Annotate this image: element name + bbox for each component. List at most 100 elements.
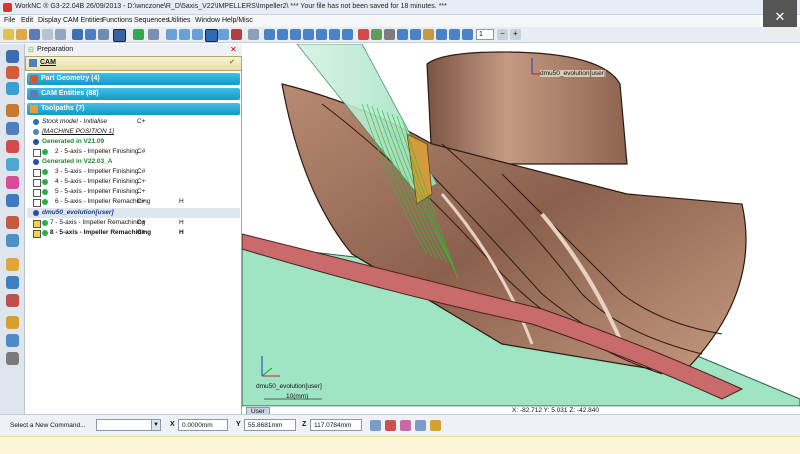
expand-icon[interactable]: ⊟ xyxy=(28,46,34,54)
zoom-out-icon[interactable] xyxy=(329,29,340,40)
visibility-checkbox[interactable] xyxy=(33,220,41,228)
visibility-checkbox[interactable] xyxy=(33,189,41,197)
workzone-icon[interactable] xyxy=(6,258,19,271)
view-front-icon[interactable] xyxy=(192,29,203,40)
menu-cam-entities[interactable]: CAM Entities xyxy=(63,17,103,24)
postprocessor-icon[interactable] xyxy=(6,216,19,229)
layout-icon[interactable] xyxy=(113,29,126,42)
visibility-checkbox[interactable] xyxy=(33,149,41,157)
visibility-checkbox[interactable] xyxy=(33,169,41,177)
layers-icon[interactable] xyxy=(436,29,447,40)
x-coordinate-field[interactable]: 0.0000mm xyxy=(178,419,228,431)
pan-icon[interactable] xyxy=(277,29,288,40)
tree-row-toolpath-4[interactable]: 4 - 5-axis - Impeller Finishing C+ xyxy=(27,177,240,187)
tree-row-toolpath-7[interactable]: 7 - 5-axis - Impeller Remachining C+ H xyxy=(27,218,240,228)
stock-icon[interactable] xyxy=(6,140,19,153)
snap-center-icon[interactable] xyxy=(385,420,396,431)
cam-section[interactable]: CAM ✔ xyxy=(25,56,242,71)
tree-row-machine-dmu50[interactable]: dmu50_evolution[user] xyxy=(27,208,240,218)
light-icon[interactable] xyxy=(423,29,434,40)
save-icon[interactable] xyxy=(29,29,40,40)
tree-row-toolpath-8[interactable]: 8 - 5-axis - Impeller Remachining C+ H xyxy=(27,228,240,238)
tree-row-toolpath-2[interactable]: 2 - 5-axis - Impeller Finishing C# xyxy=(27,147,240,157)
settings-icon[interactable] xyxy=(6,352,19,365)
z-coordinate-field[interactable]: 117.0784mm xyxy=(310,419,362,431)
group-cam-entities[interactable]: CAM Entities (88) xyxy=(27,88,240,100)
machine-icon[interactable] xyxy=(6,122,19,135)
hidden-line-icon[interactable] xyxy=(384,29,395,40)
redraw-icon[interactable] xyxy=(342,29,353,40)
close-panel-icon[interactable]: ✕ xyxy=(230,45,237,54)
menu-functions[interactable]: Functions xyxy=(102,17,132,24)
view-back-icon[interactable] xyxy=(231,29,242,40)
documentation-icon[interactable] xyxy=(6,234,19,247)
rotate-icon[interactable] xyxy=(264,29,275,40)
command-dropdown[interactable]: ▼ xyxy=(96,419,161,431)
tree-row-group-v2109[interactable]: Generated in V21.09 xyxy=(27,137,240,147)
tree-row-toolpath-3[interactable]: 3 - 5-axis - Impeller Finishing C# xyxy=(27,167,240,177)
y-coordinate-field[interactable]: 55.8681mm xyxy=(244,419,296,431)
analysis-icon[interactable] xyxy=(6,316,19,329)
toolpath-icon[interactable] xyxy=(6,104,19,117)
menu-utilities[interactable]: Utilities xyxy=(168,17,191,24)
menu-sequences[interactable]: Sequences xyxy=(134,17,169,24)
menu-edit[interactable]: Edit xyxy=(21,17,33,24)
tree-row-label: 2 - 5-axis - Impeller Finishing xyxy=(55,148,139,155)
part-icon[interactable] xyxy=(6,82,19,95)
section-icon[interactable] xyxy=(397,29,408,40)
cam-wizard-icon[interactable] xyxy=(6,66,19,79)
measure-icon[interactable] xyxy=(410,29,421,40)
dropdown-arrow-icon[interactable]: ▼ xyxy=(151,420,160,430)
preparation-icon[interactable] xyxy=(6,50,19,63)
increment-icon[interactable]: + xyxy=(510,29,521,40)
grid-icon[interactable] xyxy=(98,29,109,40)
open-folder-icon[interactable] xyxy=(16,29,27,40)
pick-icon[interactable] xyxy=(462,29,473,40)
cutter-icon[interactable] xyxy=(6,176,19,189)
clip-icon[interactable] xyxy=(449,29,460,40)
axes-icon[interactable] xyxy=(133,29,144,40)
zoom-in-icon[interactable] xyxy=(316,29,327,40)
wireframe-icon[interactable] xyxy=(371,29,382,40)
visibility-checkbox[interactable] xyxy=(33,230,41,238)
view-left-icon[interactable] xyxy=(218,29,229,40)
new-file-icon[interactable] xyxy=(3,29,14,40)
group-toolpaths[interactable]: Toolpaths (7) xyxy=(27,103,240,115)
zoom-window-icon[interactable] xyxy=(290,29,301,40)
snap-end-icon[interactable] xyxy=(400,420,411,431)
tree-row-group-v2203[interactable]: Generated in V22.03_A xyxy=(27,157,240,167)
view-iso-icon[interactable] xyxy=(166,29,177,40)
shading-icon[interactable] xyxy=(358,29,369,40)
menu-display[interactable]: Display xyxy=(38,17,61,24)
decrement-icon[interactable]: − xyxy=(497,29,508,40)
view-top-icon[interactable] xyxy=(179,29,190,40)
tree-row-toolpath-5[interactable]: 5 - 5-axis - Impeller Finishing C+ xyxy=(27,187,240,197)
zoom-icon[interactable] xyxy=(248,29,259,40)
simulation-icon[interactable] xyxy=(6,158,19,171)
report-icon[interactable] xyxy=(6,334,19,347)
curve-icon[interactable] xyxy=(6,276,19,289)
view-right-icon[interactable] xyxy=(205,29,218,42)
menu-file[interactable]: File xyxy=(4,17,15,24)
surface-icon[interactable] xyxy=(6,294,19,307)
tree-row-toolpath-6[interactable]: 6 - 5-axis - Impeller Remachining C+ H xyxy=(27,197,240,207)
transform-icon[interactable] xyxy=(148,29,159,40)
zoom-fit-icon[interactable] xyxy=(303,29,314,40)
level-select[interactable]: 1 xyxy=(476,29,494,40)
snap-grid-icon[interactable] xyxy=(430,420,441,431)
undo-icon[interactable] xyxy=(72,29,83,40)
holder-icon[interactable] xyxy=(6,194,19,207)
graphics-viewport[interactable]: dmu50_evolution[user] dmu50_evolution[us… xyxy=(242,44,800,406)
menu-window[interactable]: Window xyxy=(195,17,220,24)
print-icon[interactable] xyxy=(55,29,66,40)
visibility-checkbox[interactable] xyxy=(33,199,41,207)
redo-icon[interactable] xyxy=(85,29,96,40)
snap-mid-icon[interactable] xyxy=(415,420,426,431)
menu-help-misc[interactable]: Help/Misc xyxy=(222,17,253,24)
cut-icon[interactable] xyxy=(42,29,53,40)
visibility-checkbox[interactable] xyxy=(33,179,41,187)
tree-row-stock[interactable]: Stock model - Initialise C+ xyxy=(27,117,240,127)
tree-row-machine-position[interactable]: [MACHINE POSITION 1] xyxy=(27,127,240,137)
group-part-geometry[interactable]: Part Geometry (4) xyxy=(27,73,240,85)
snap-point-icon[interactable] xyxy=(370,420,381,431)
